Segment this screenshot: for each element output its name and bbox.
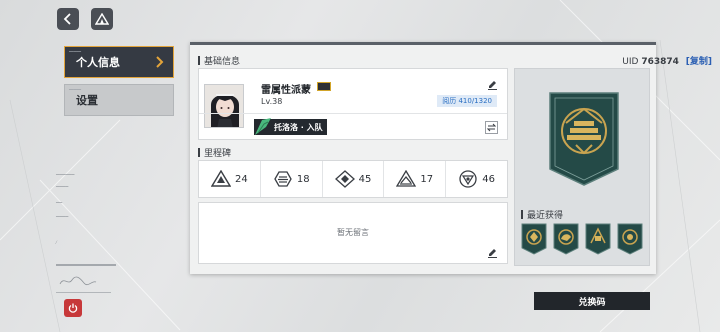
milestones-title: 里程碑 [198, 146, 231, 159]
player-level: Lv.38 [261, 97, 283, 106]
milestone-value: 18 [296, 173, 310, 185]
recent-medal-icon[interactable] [553, 223, 579, 255]
empty-message-text: 暂无留言 [337, 228, 369, 237]
swap-button[interactable] [485, 121, 498, 134]
decor-text: ⁄ [56, 240, 57, 245]
signature-scribble-icon [59, 276, 97, 286]
power-button[interactable] [64, 299, 82, 317]
avatar[interactable] [204, 84, 244, 128]
nav-personal-info[interactable]: ━━━━━ 个人信息 [64, 46, 174, 78]
recent-medal-icon[interactable] [585, 223, 611, 255]
name-badge-icon [317, 82, 331, 91]
decor-bar [56, 264, 116, 266]
decor-text: ▁▁▁▁▁▁ [56, 170, 75, 175]
nav-personal-label: 个人信息 [76, 56, 120, 69]
decor-text: ▁▁ [56, 198, 63, 203]
divider [199, 113, 507, 114]
shield-circle-emblem-icon [459, 170, 477, 188]
uid-value: 763874 [641, 57, 679, 67]
uid-label: UID [622, 57, 639, 67]
avatar-portrait-icon [205, 85, 243, 127]
nav-decor-text: ━━━━━ [69, 87, 82, 92]
recent-medal-icon[interactable] [617, 223, 643, 255]
activity-counter: 阅历 410/1320 [437, 95, 497, 107]
milestone-value: 17 [420, 173, 434, 185]
home-triangle-icon [95, 13, 109, 25]
milestones-row: 24 18 45 17 46 [198, 160, 508, 198]
chevron-left-icon [63, 13, 71, 25]
recent-title: 最近获得 [521, 208, 563, 221]
milestone-value: 24 [235, 173, 248, 185]
player-name: 雷属性派蒙 [261, 85, 311, 96]
milestone-item[interactable]: 18 [261, 161, 323, 197]
peak-emblem-icon [396, 170, 417, 187]
milestone-item[interactable]: 46 [446, 161, 507, 197]
main-emblem-icon[interactable] [548, 91, 620, 187]
profile-card: 雷属性派蒙 Lv.38 阅历 410/1320 托洛洛 · 入队 [198, 68, 508, 140]
power-icon [68, 303, 78, 313]
edit-message-icon[interactable] [487, 247, 498, 258]
nav-settings-label: 设置 [76, 94, 98, 107]
decor-text: ▁▁▁▁ [56, 212, 69, 217]
swap-arrows-icon [487, 123, 496, 132]
message-box: 暂无留言 [198, 202, 508, 264]
green-wing-icon [255, 118, 271, 135]
home-button[interactable] [91, 8, 113, 30]
uid-display: UID 763874 [复制] [622, 54, 712, 67]
decor-bar [56, 292, 111, 293]
diamond-emblem-icon [334, 170, 355, 188]
milestone-value: 45 [358, 173, 372, 185]
assistant-label: 托洛洛 · 入队 [274, 122, 323, 132]
milestone-item[interactable]: 17 [384, 161, 447, 197]
nav-decor-text: ━━━━━ [69, 49, 82, 54]
basic-info-title: 基础信息 [198, 54, 240, 67]
milestone-item[interactable]: 45 [323, 161, 385, 197]
nav-settings[interactable]: ━━━━━ 设置 [64, 84, 174, 116]
copy-uid-button[interactable]: [复制] [686, 57, 712, 67]
decor-text: ▁▁▁▁ [56, 182, 69, 187]
striped-circle-emblem-icon [274, 171, 292, 187]
triangle-emblem-icon [211, 170, 232, 187]
chevron-right-icon [156, 56, 164, 68]
back-button[interactable] [57, 8, 79, 30]
milestone-item[interactable]: 24 [199, 161, 261, 197]
emblem-panel: 最近获得 [514, 68, 650, 266]
assistant-chip[interactable]: 托洛洛 · 入队 [254, 118, 327, 135]
redeem-code-button[interactable]: 兑换码 [534, 292, 650, 310]
milestone-value: 46 [482, 173, 495, 185]
recent-medal-icon[interactable] [521, 223, 547, 255]
edit-name-icon[interactable] [487, 79, 498, 90]
